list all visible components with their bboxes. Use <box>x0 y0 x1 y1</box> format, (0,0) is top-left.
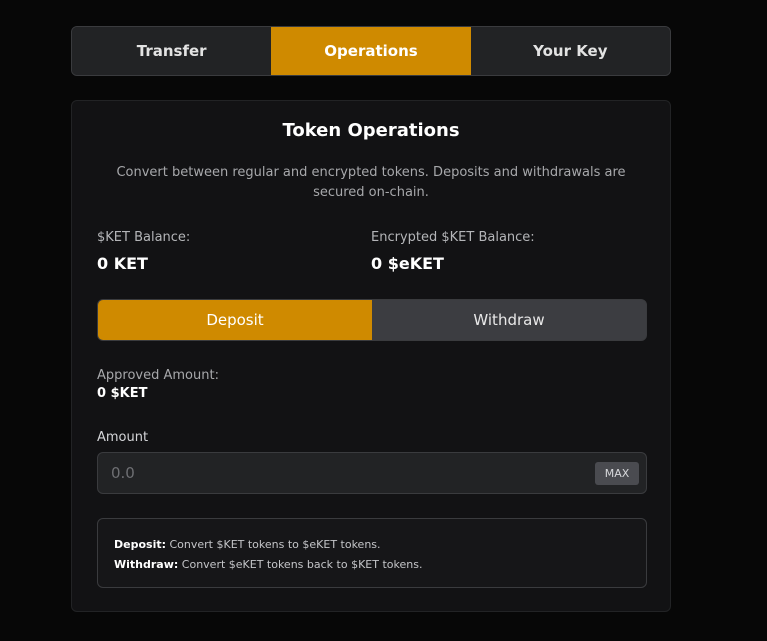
info-deposit-text: Convert $KET tokens to $eKET tokens. <box>166 538 381 551</box>
max-button[interactable]: MAX <box>595 462 639 485</box>
ket-balance-label: $KET Balance: <box>97 230 191 245</box>
amount-field: MAX <box>97 452 647 494</box>
card-description: Convert between regular and encrypted to… <box>116 165 626 200</box>
tab-operations[interactable]: Operations <box>271 27 471 75</box>
card-title: Token Operations <box>282 120 460 141</box>
info-withdraw-text: Convert $eKET tokens back to $KET tokens… <box>178 558 423 571</box>
info-deposit-term: Deposit: <box>114 538 166 551</box>
approved-amount-value: 0 $KET <box>97 386 148 401</box>
app-container: Transfer Operations Your Key Token Opera… <box>71 26 671 612</box>
info-deposit-line: Deposit: Convert $KET tokens to $eKET to… <box>114 535 630 555</box>
withdraw-button[interactable]: Withdraw <box>372 300 646 340</box>
info-box: Deposit: Convert $KET tokens to $eKET to… <box>97 518 647 588</box>
token-operations-card: Token Operations Convert between regular… <box>71 100 671 612</box>
info-withdraw-line: Withdraw: Convert $eKET tokens back to $… <box>114 555 630 575</box>
eket-balance: Encrypted $KET Balance: 0 $eKET <box>371 230 645 273</box>
tab-your-key[interactable]: Your Key <box>470 27 670 75</box>
ket-balance: $KET Balance: 0 KET <box>97 230 371 273</box>
mode-toggle: Deposit Withdraw <box>97 299 647 341</box>
info-withdraw-term: Withdraw: <box>114 558 179 571</box>
main-tab-bar: Transfer Operations Your Key <box>71 26 671 76</box>
amount-label: Amount <box>97 430 149 445</box>
tab-transfer[interactable]: Transfer <box>72 27 272 75</box>
deposit-button[interactable]: Deposit <box>98 300 372 340</box>
eket-balance-value: 0 $eKET <box>371 254 444 273</box>
approved-amount-label: Approved Amount: <box>97 368 219 383</box>
approved-amount: Approved Amount: 0 $KET <box>97 368 645 401</box>
eket-balance-label: Encrypted $KET Balance: <box>371 230 535 245</box>
ket-balance-value: 0 KET <box>97 254 148 273</box>
amount-input[interactable] <box>98 453 646 493</box>
balances-row: $KET Balance: 0 KET Encrypted $KET Balan… <box>97 230 645 273</box>
